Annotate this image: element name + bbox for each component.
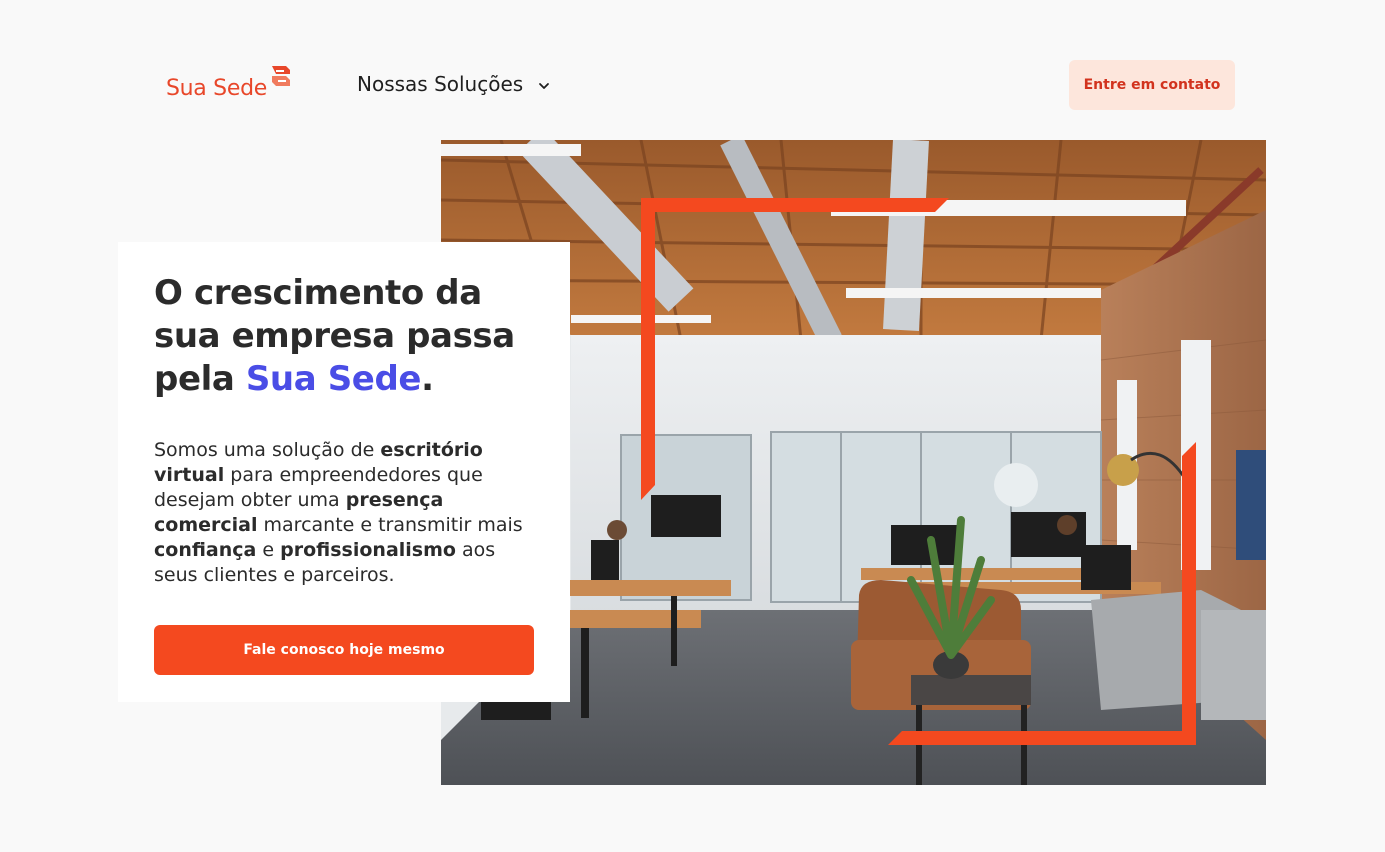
hero-headline: O crescimento da sua empresa passa pela … bbox=[154, 272, 534, 401]
hero-card: O crescimento da sua empresa passa pela … bbox=[118, 242, 570, 702]
logo[interactable]: Sua Sede bbox=[166, 64, 292, 100]
nav-solutions-label: Nossas Soluções bbox=[357, 72, 524, 96]
headline-period: . bbox=[421, 359, 434, 399]
logo-text: Sua Sede bbox=[166, 76, 267, 101]
headline-brand: Sua Sede bbox=[245, 359, 422, 399]
sua-sede-logo-icon bbox=[271, 66, 290, 86]
chevron-down-icon bbox=[539, 83, 550, 89]
desc-bold-3: confiança bbox=[154, 539, 257, 561]
desc-text-4: e bbox=[256, 539, 281, 561]
contact-button[interactable]: Entre em contato bbox=[1069, 60, 1235, 110]
desc-text-1: Somos uma solução de bbox=[154, 439, 381, 461]
talk-to-us-button[interactable]: Fale conosco hoje mesmo bbox=[154, 625, 534, 675]
hero-description: Somos uma solução de escritório virtual … bbox=[154, 438, 534, 588]
desc-text-3: marcante e transmitir mais bbox=[257, 514, 523, 536]
nav-solutions-menu[interactable]: Nossas Soluções bbox=[357, 72, 551, 96]
desc-bold-4: profissionalismo bbox=[280, 539, 456, 561]
